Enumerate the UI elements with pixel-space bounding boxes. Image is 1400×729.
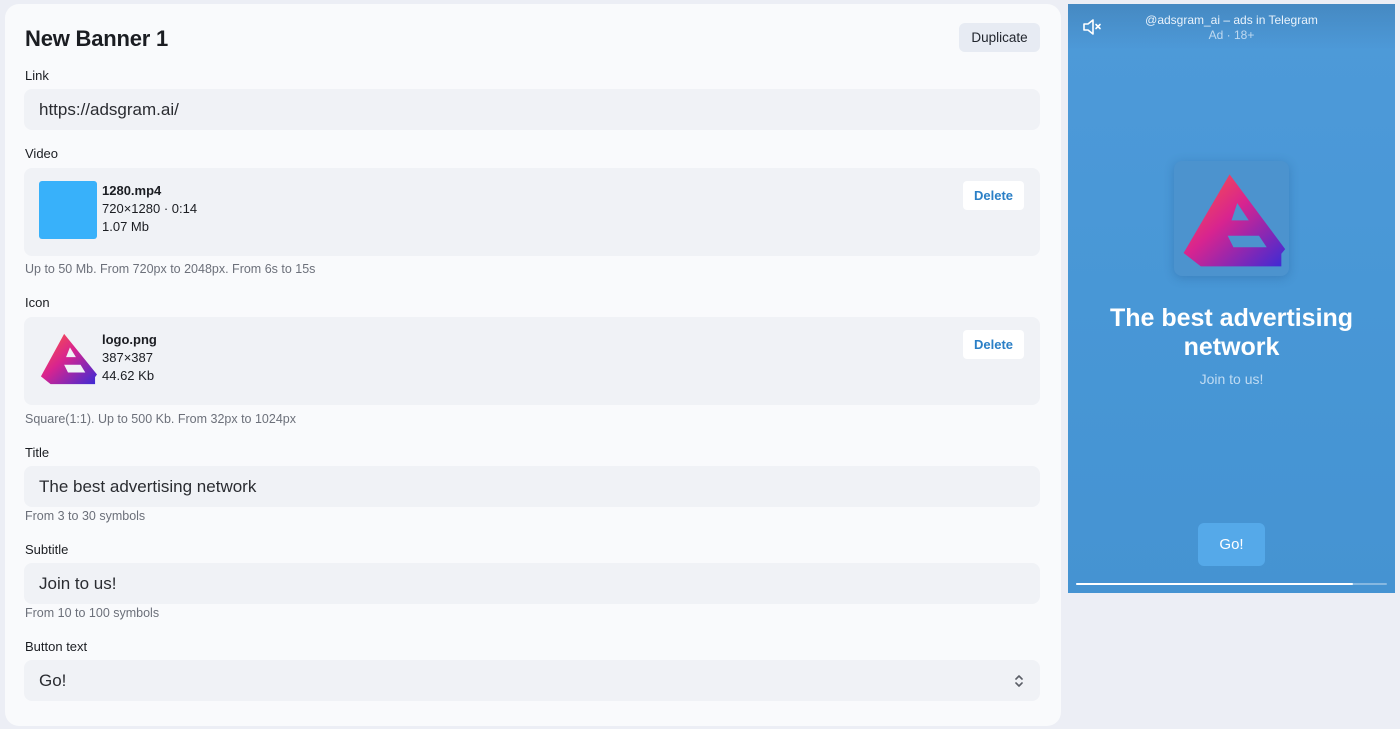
link-value: https://adsgram.ai/: [39, 99, 179, 119]
icon-file-size: 44.62 Kb: [102, 368, 155, 383]
icon-file-meta: logo.png 387×387 44.62 Kb: [102, 331, 157, 385]
delete-video-button[interactable]: Delete: [963, 181, 1024, 210]
button-text-value: Go!: [39, 670, 67, 690]
icon-file-card: logo.png 387×387 44.62 Kb Delete: [24, 317, 1040, 405]
preview-progress-bar: [1076, 583, 1387, 585]
preview-progress-fill: [1076, 583, 1353, 585]
button-text-select[interactable]: Go!: [24, 660, 1040, 701]
preview-ad-label: Ad · 18+: [1208, 28, 1255, 42]
link-input[interactable]: https://adsgram.ai/: [24, 89, 1040, 130]
video-file-size: 1.07 Mb: [102, 219, 149, 234]
title-value: The best advertising network: [39, 476, 257, 496]
adsgram-logo-icon: [40, 333, 97, 385]
title-hint: From 3 to 30 symbols: [25, 509, 146, 523]
duplicate-button[interactable]: Duplicate: [959, 23, 1040, 52]
preview-title: The best advertising network: [1109, 304, 1354, 361]
title-label: Title: [25, 445, 50, 460]
video-label: Video: [25, 146, 59, 161]
subtitle-input[interactable]: Join to us!: [24, 563, 1040, 604]
preview-header: [1068, 4, 1395, 50]
chevron-up-down-icon: [1015, 675, 1023, 687]
subtitle-value: Join to us!: [39, 573, 117, 593]
icon-hint: Square(1:1). Up to 500 Kb. From 32px to …: [25, 412, 296, 426]
subtitle-label: Subtitle: [25, 542, 69, 557]
preview-go-button[interactable]: Go!: [1198, 523, 1265, 566]
icon-label: Icon: [25, 295, 50, 310]
video-hint: Up to 50 Mb. From 720px to 2048px. From …: [25, 262, 316, 276]
banner-title: New Banner 1: [25, 26, 169, 51]
banner-preview: @adsgram_ai – ads in Telegram Ad · 18+ T…: [1068, 4, 1395, 593]
icon-file-name: logo.png: [102, 332, 157, 347]
subtitle-hint: From 10 to 100 symbols: [25, 606, 160, 620]
button-text-label: Button text: [25, 639, 88, 654]
preview-channel-name: @adsgram_ai – ads in Telegram: [1145, 13, 1318, 27]
video-file-name: 1280.mp4: [102, 183, 162, 198]
banner-editor-panel: New Banner 1 Duplicate Link https://adsg…: [5, 4, 1061, 726]
preview-subtitle: Join to us!: [1199, 371, 1264, 387]
delete-icon-button[interactable]: Delete: [963, 330, 1024, 359]
icon-dimensions: 387×387: [102, 350, 153, 365]
video-file-meta: 1280.mp4 720×1280 · 0:14 1.07 Mb: [102, 182, 197, 236]
adsgram-logo-icon: [1183, 174, 1286, 267]
link-label: Link: [25, 68, 49, 83]
title-input[interactable]: The best advertising network: [24, 466, 1040, 507]
video-dimensions-duration: 720×1280 · 0:14: [102, 201, 198, 216]
video-thumbnail: [39, 181, 97, 239]
video-file-card: 1280.mp4 720×1280 · 0:14 1.07 Mb Delete: [24, 168, 1040, 256]
preview-logo-tile: [1174, 161, 1289, 276]
